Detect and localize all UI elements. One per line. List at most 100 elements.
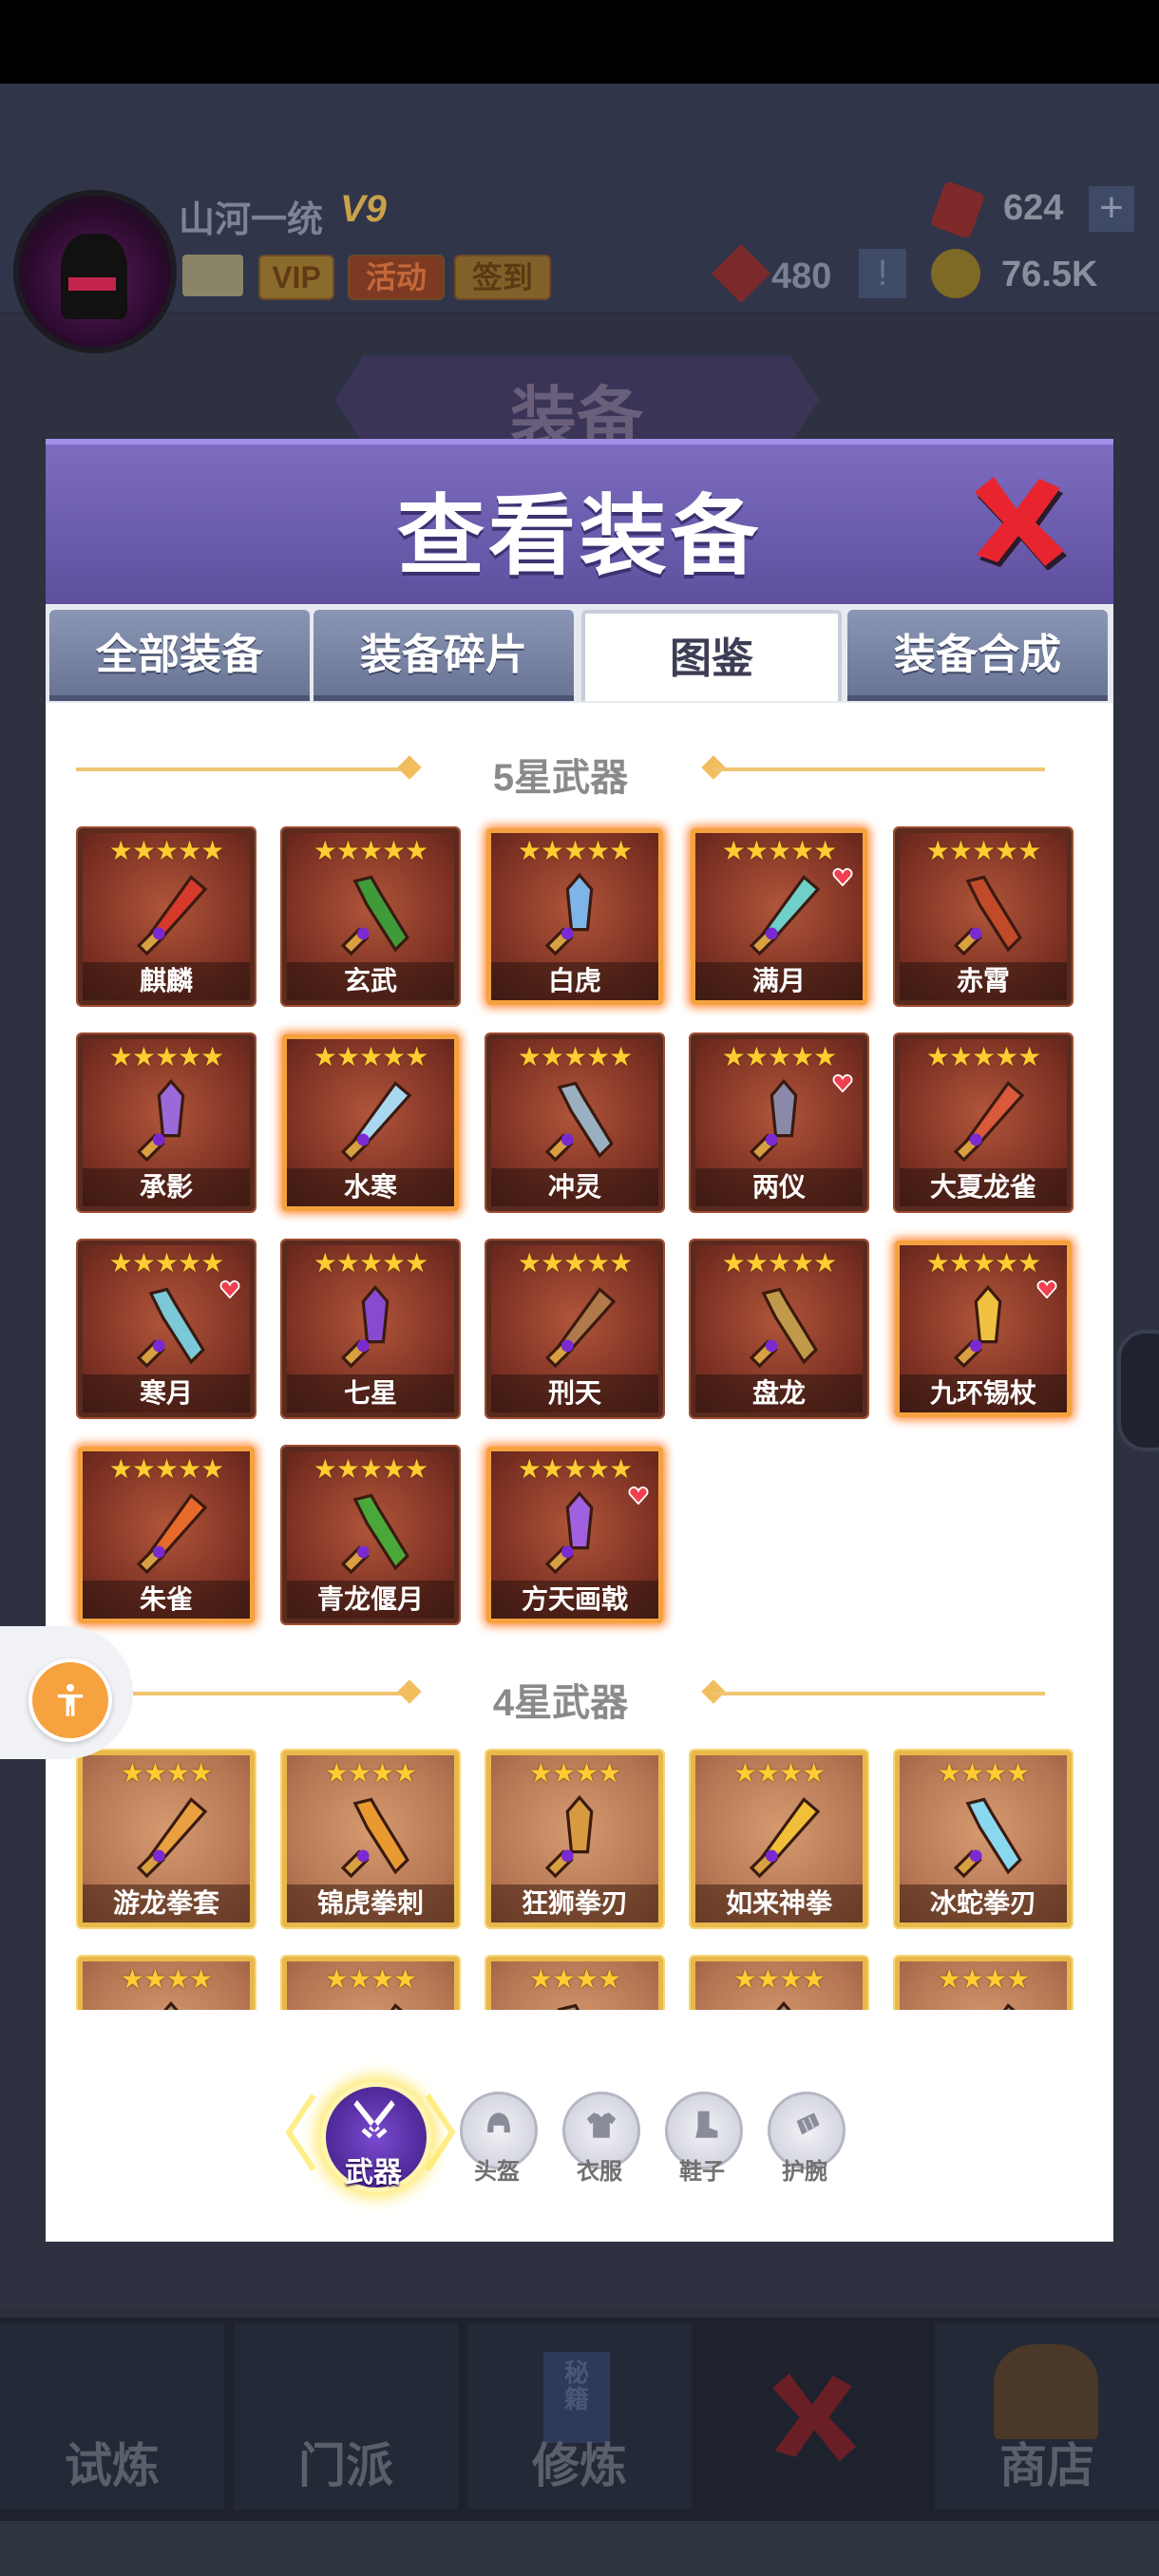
tab-catalog[interactable]: 图鉴 (581, 610, 842, 701)
star-rating: ★★★★ (937, 1758, 1030, 1788)
weapon-card[interactable]: ★★★★★ 赤霄 (895, 828, 1072, 1005)
star-rating: ★★★★ (324, 1964, 417, 1994)
weapon-card[interactable]: ★★★★★ 满月 (691, 828, 867, 1005)
weapon-card[interactable]: ★★★★★ 两仪 (691, 1034, 867, 1211)
weapon-card[interactable]: ★★★★★ 大夏龙雀 (895, 1034, 1072, 1211)
weapon-card[interactable]: ★★★★★ 刑天 (486, 1241, 663, 1417)
weapon-icon (749, 875, 821, 957)
weapon-card[interactable]: ★★★★★ 方天画戟 (486, 1447, 663, 1623)
star-rating: ★★★★ (528, 1964, 621, 1994)
weapon-name: 大夏龙雀 (900, 1168, 1067, 1206)
section-divider (712, 1692, 1045, 1695)
star-rating: ★★★★★ (721, 1248, 838, 1278)
star-rating: ★★★★★ (925, 836, 1042, 865)
ruby-count: 624 (1003, 188, 1064, 228)
alert-button[interactable]: ! (859, 249, 906, 298)
category-label: 鞋子 (679, 2159, 725, 2185)
heart-icon (1036, 1279, 1057, 1298)
heart-icon (832, 867, 853, 886)
weapon-card[interactable]: ★★★★★ 玄武 (282, 828, 459, 1005)
star-rating: ★★★★★ (313, 1248, 429, 1278)
weapon-card[interactable]: ★★★★★ 盘龙 (691, 1241, 867, 1417)
add-currency-button[interactable]: + (1089, 186, 1134, 232)
weapon-icon (749, 1287, 818, 1369)
accessibility-icon (57, 1683, 84, 1716)
weapon-icon (136, 875, 208, 957)
coin-count: 76.5K (1001, 255, 1098, 294)
nav-sect[interactable]: 门派 (234, 2323, 458, 2510)
weapon-name: 如来神拳 (695, 1885, 863, 1923)
tab-all-equipment[interactable]: 全部装备 (49, 610, 310, 701)
heart-icon (219, 1279, 240, 1298)
weapon-card[interactable]: ★★★★★ 冲灵 (486, 1034, 663, 1211)
weapon-card[interactable]: ★★★★★ 白虎 (486, 828, 663, 1005)
weapon-icon (340, 1493, 409, 1575)
star-rating: ★★★★ (937, 1964, 1030, 1994)
weapon-card[interactable]: ★★★★ 冰蛇拳刃 (895, 1751, 1072, 1927)
weapon-icon (953, 1797, 1022, 1879)
star-rating: ★★★★★ (313, 1042, 429, 1071)
weapon-card[interactable]: ★★★★★ 七星 (282, 1241, 459, 1417)
close-icon[interactable] (760, 2365, 864, 2470)
weapon-card[interactable]: ★★★★★ 麒麟 (78, 828, 255, 1005)
weapon-card[interactable]: ★★★★★ 承影 (78, 1034, 255, 1211)
accessibility-button[interactable] (28, 1658, 112, 1742)
weapon-card[interactable]: ★★★★ 游龙拳套 (78, 1751, 255, 1927)
weapon-name: 玄武 (287, 962, 454, 1000)
nav-shop[interactable]: 商店 (935, 2323, 1159, 2510)
weapon-card[interactable]: ★★★★★ 水寒 (282, 1034, 459, 1211)
weapon-icon (136, 1078, 185, 1163)
weapon-name: 承影 (83, 1168, 250, 1206)
star-rating: ★★★★★ (108, 1248, 225, 1278)
player-name: 山河一统 (179, 200, 324, 240)
avatar[interactable] (13, 190, 177, 353)
shop-icon (994, 2344, 1098, 2439)
nav-cultivate[interactable]: 秘籍 修炼 (467, 2323, 692, 2510)
weapon-card[interactable]: ★★★★ 如来神拳 (691, 1751, 867, 1927)
weapon-card[interactable]: ★★★★★ 朱雀 (78, 1447, 255, 1623)
tab-equipment-synthesis[interactable]: 装备合成 (847, 610, 1108, 701)
coin-icon (931, 249, 980, 298)
heart-icon (628, 1486, 649, 1505)
star-rating: ★★★★ (120, 1758, 213, 1788)
star-rating: ★★★★★ (108, 1042, 225, 1071)
nav-trial[interactable]: 试炼 (0, 2323, 224, 2510)
nav-label: 商店 (999, 2439, 1094, 2492)
close-button[interactable] (965, 475, 1070, 570)
weapon-name: 两仪 (695, 1168, 863, 1206)
vip-button[interactable]: VIP (258, 255, 334, 300)
star-rating: ★★★★ (528, 1758, 621, 1788)
weapon-name: 七星 (287, 1374, 454, 1412)
sign-in-button[interactable]: 签到 (454, 255, 551, 300)
weapon-card[interactable]: ★★★★★ 青龙偃月 (282, 1447, 459, 1623)
star-rating: ★★★★★ (313, 836, 429, 865)
vip-level: V9 (340, 188, 387, 230)
weapon-icon (544, 1287, 617, 1369)
weapon-icon (136, 1287, 205, 1369)
crossed-swords-icon (353, 2100, 395, 2139)
weapon-icon (544, 1081, 614, 1163)
weapon-icon (340, 1797, 409, 1879)
helmet-icon (487, 2112, 510, 2132)
status-bar (0, 0, 1159, 84)
star-rating: ★★★★★ (517, 836, 634, 865)
weapon-card[interactable]: ★★★★ 锦虎拳刺 (282, 1751, 459, 1927)
weapon-icon (136, 1797, 208, 1879)
weapon-name: 冰蛇拳刃 (900, 1885, 1067, 1923)
weapon-name: 朱雀 (83, 1581, 250, 1619)
tab-equipment-fragments[interactable]: 装备碎片 (314, 610, 574, 701)
weapon-card[interactable]: ★★★★ 狂狮拳刃 (486, 1751, 663, 1927)
weapon-card[interactable]: ★★★★★ 九环锡杖 (895, 1241, 1072, 1417)
activity-button[interactable]: 活动 (348, 255, 445, 300)
section-divider (133, 1692, 408, 1695)
weapon-icon (136, 1493, 208, 1575)
section-title-five-star: 5星武器 (492, 757, 629, 799)
weapon-icon (953, 875, 1022, 957)
weapon-icon (340, 1284, 390, 1369)
side-button (1117, 1330, 1159, 1451)
weapon-name: 白虎 (491, 962, 658, 1000)
weapon-card[interactable]: ★★★★★ 寒月 (78, 1241, 255, 1417)
section-divider (76, 767, 408, 771)
mail-icon[interactable] (182, 255, 243, 296)
weapon-name: 赤霄 (900, 962, 1067, 1000)
